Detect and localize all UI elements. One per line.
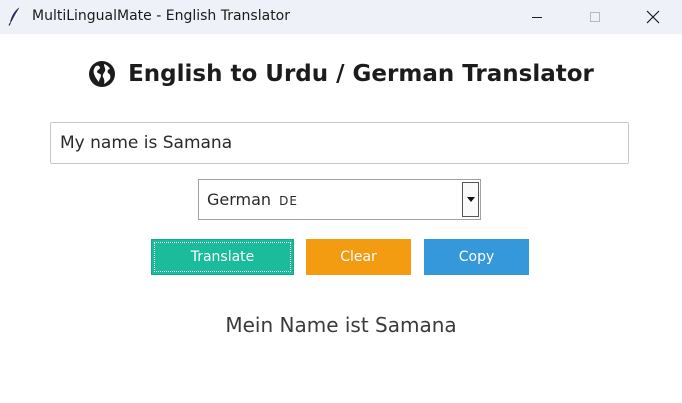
source-text-input[interactable] [50,122,629,164]
close-icon [646,10,660,24]
flag-de-icon: DE [279,194,298,208]
language-select[interactable]: German DE [198,179,481,220]
translate-button[interactable]: Translate [151,239,294,275]
minimize-button[interactable] [514,0,560,34]
chevron-down-icon [466,196,475,202]
app-window: MultiLingualMate - English Translator En… [0,0,682,403]
clear-button[interactable]: Clear [306,239,411,275]
close-button[interactable] [630,0,676,34]
page-heading: English to Urdu / German Translator [0,60,682,88]
globe-icon [89,61,116,87]
minimize-icon [532,17,542,18]
maximize-icon [590,12,600,22]
copy-button[interactable]: Copy [424,239,529,275]
feather-icon [8,6,21,26]
page-title: English to Urdu / German Translator [128,61,594,87]
title-bar[interactable]: MultiLingualMate - English Translator [0,0,682,34]
maximize-button[interactable] [572,0,618,34]
dropdown-arrow-button[interactable] [462,182,479,217]
language-select-value: German DE [207,190,298,209]
window-title: MultiLingualMate - English Translator [32,8,291,24]
translation-output: Mein Name ist Samana [225,313,457,337]
